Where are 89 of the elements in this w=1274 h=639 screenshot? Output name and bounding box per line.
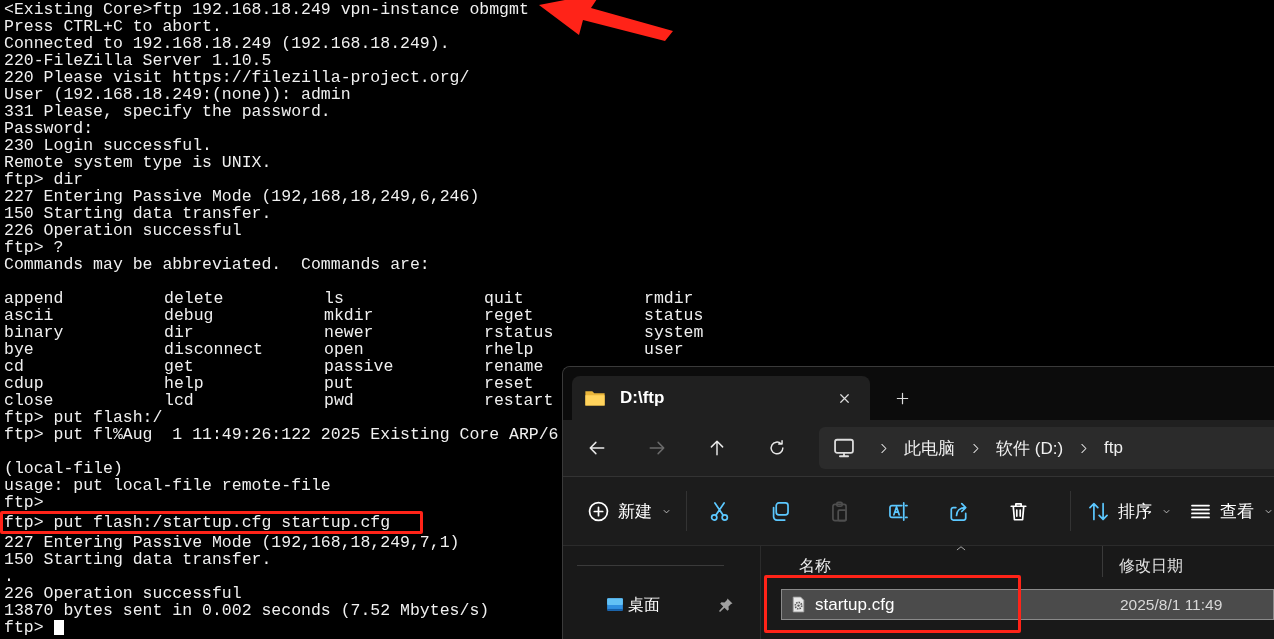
command-name: close [4, 392, 54, 409]
breadcrumb[interactable]: ftp [1104, 438, 1123, 458]
view-menu-button[interactable]: 查看 [1190, 491, 1274, 531]
terminal-line: ftp> put flash:/startup.cfg startup.cfg [4, 514, 391, 531]
command-name: rstatus [484, 324, 554, 341]
new-menu-button[interactable]: 新建 [588, 491, 672, 531]
breadcrumb[interactable]: 此电脑 [904, 436, 955, 460]
sidebar-item[interactable]: 桌面 [563, 589, 760, 621]
terminal-line: usage: put local-file remote-file [4, 477, 331, 494]
command-name: reget [484, 307, 534, 324]
terminal-line: 150 Starting data transfer. [4, 205, 272, 222]
scissors-icon [709, 500, 731, 522]
file-row[interactable]: startup.cfg 2025/8/1 11:49 [781, 589, 1274, 620]
command-name: ls [324, 290, 344, 307]
terminal-line: ftp> dir [4, 171, 84, 188]
rename-icon [888, 500, 910, 522]
terminal-line: 227 Entering Passive Mode (192,168,18,249,7,1) [4, 534, 460, 551]
back-arrow-icon [588, 439, 606, 457]
terminal-line: 150 Starting data transfer. [4, 551, 272, 568]
terminal-line: 227 Entering Passive Mode (192,168,18,249,6,246) [4, 188, 480, 205]
share-icon [948, 500, 969, 522]
forward-arrow-icon [648, 439, 666, 457]
terminal-line: 226 Operation successful [4, 222, 242, 239]
command-name: passive [324, 358, 394, 375]
column-header[interactable]: 修改日期 [1111, 552, 1191, 581]
tab-title: D:\ftp [620, 388, 665, 408]
sort-menu-button[interactable]: 排序 [1088, 491, 1172, 531]
file-name: startup.cfg [815, 594, 895, 615]
terminal-line: <Existing Core>ftp 192.168.18.249 vpn-instance obmgmt [4, 1, 529, 18]
up-arrow-icon [708, 439, 726, 457]
command-name: disconnect [164, 341, 264, 358]
terminal-prompt: ftp> [4, 619, 45, 636]
command-name: cdup [4, 375, 44, 392]
sidebar-label: 桌面 [628, 594, 660, 615]
terminal-line: 220-FileZilla Server 1.10.5 [4, 52, 272, 69]
terminal-line: 230 Login successful. [4, 137, 212, 154]
breadcrumb[interactable]: 软件 (D:) [996, 436, 1064, 460]
command-name: status [644, 307, 704, 324]
plus-icon [894, 390, 910, 406]
window-tab[interactable]: D:\ftp [572, 376, 870, 420]
command-name: reset [484, 375, 534, 392]
command-name: pwd [324, 392, 354, 409]
command-name: binary [4, 324, 64, 341]
plus-circle-icon [588, 500, 609, 522]
command-name: open [324, 341, 364, 358]
terminal-line: ftp> put fl%Aug 1 11:49:26:122 2025 Existing Core ARP/6 [4, 426, 559, 443]
file-date: 2025/8/1 11:49 [1120, 595, 1223, 614]
column-header[interactable]: 名称 [791, 552, 839, 581]
command-name: put [324, 375, 354, 392]
command-name: restart [484, 392, 554, 409]
terminal-line: (local-file) [4, 460, 123, 477]
terminal-line: Password: [4, 120, 94, 137]
command-name: system [644, 324, 704, 341]
monitor-icon [833, 437, 855, 459]
command-name: newer [324, 324, 374, 341]
command-name: get [164, 358, 194, 375]
command-name: user [644, 341, 684, 358]
command-name: lcd [164, 392, 194, 409]
command-name: rhelp [484, 341, 534, 358]
sort-icon [1088, 500, 1109, 522]
terminal-line: 13870 bytes sent in 0.002 seconds (7.52 Mbytes/s) [4, 602, 490, 619]
terminal-line: Press CTRL+C to abort. [4, 18, 222, 35]
command-name: rmdir [644, 290, 694, 307]
terminal-line: 331 Please, specify the password. [4, 103, 331, 120]
command-name: cd [4, 358, 24, 375]
command-name: delete [164, 290, 224, 307]
command-name: quit [484, 290, 524, 307]
terminal-line: ftp> ? [4, 239, 64, 256]
command-name: help [164, 375, 204, 392]
terminal-line: ftp> [4, 494, 44, 511]
terminal-line: User (192.168.18.249:(none)): admin [4, 86, 351, 103]
command-name: mkdir [324, 307, 374, 324]
file-icon [790, 596, 807, 613]
command-name: append [4, 290, 64, 307]
refresh-icon [768, 439, 786, 457]
terminal-line: . [4, 568, 14, 585]
terminal-line: Connected to 192.168.18.249 (192.168.18.249). [4, 35, 450, 52]
terminal-line: 226 Operation successful [4, 585, 242, 602]
desktop-icon [606, 596, 624, 614]
terminal-line: Commands may be abbreviated. Commands are: [4, 256, 430, 273]
terminal-line: ftp> put flash:/ [4, 409, 163, 426]
command-name: dir [164, 324, 194, 341]
address-bar[interactable]: 此电脑 软件 (D:) ftp [819, 427, 1274, 469]
terminal-line: Remote system type is UNIX. [4, 154, 272, 171]
command-name: debug [164, 307, 214, 324]
command-name: ascii [4, 307, 54, 324]
command-name: bye [4, 341, 34, 358]
terminal-line: 220 Please visit https://filezilla-project.org/ [4, 69, 470, 86]
command-name: rename [484, 358, 544, 375]
